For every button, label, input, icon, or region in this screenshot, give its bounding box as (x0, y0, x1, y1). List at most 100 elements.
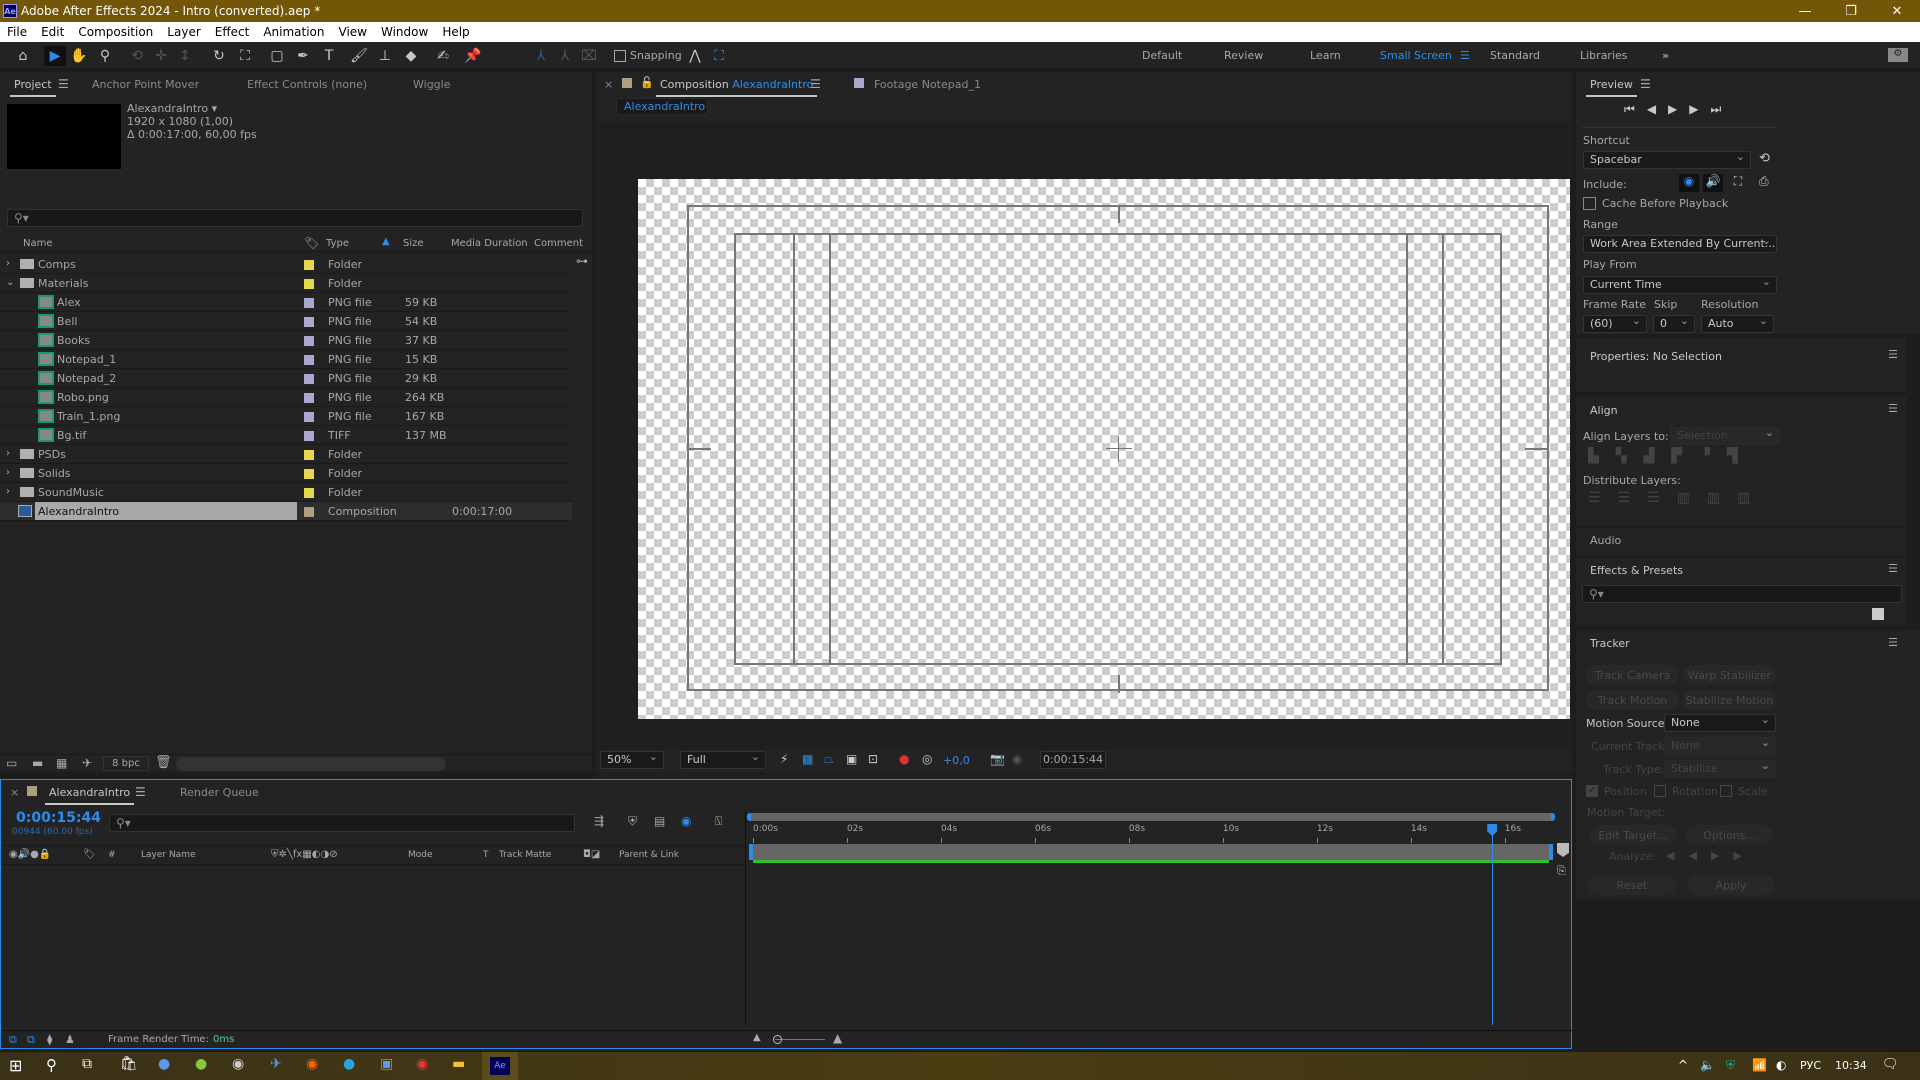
comp-viewer[interactable] (596, 122, 1572, 784)
store-app-icon[interactable]: 🛍 (120, 1056, 138, 1072)
transfer-controls-toggle-icon[interactable]: ⧉ (27, 1033, 35, 1047)
network-icon[interactable]: 📶 (1752, 1058, 1767, 1072)
fast-previews-icon[interactable]: ⚡ (780, 752, 788, 766)
effects-search-input[interactable]: ⚲▾ (1582, 585, 1902, 603)
snapshot-icon[interactable]: 📷 (990, 752, 1005, 766)
analyze-forward-icon[interactable]: ▶ (1711, 849, 1733, 862)
pan-tool-icon[interactable]: ✛ (150, 46, 172, 66)
menu-help[interactable]: Help (435, 25, 476, 39)
include-audio-icon[interactable]: 🔊 (1703, 174, 1723, 192)
label-color[interactable] (304, 374, 314, 384)
draft-3d-icon[interactable]: ⛨ (628, 814, 637, 829)
label-color[interactable] (304, 317, 314, 327)
menu-view[interactable]: View (332, 25, 374, 39)
security-icon[interactable]: ⛨ (1726, 1058, 1735, 1073)
workspace-default[interactable]: Default (1142, 49, 1182, 62)
analyze-backward-icon[interactable]: ◀ (1688, 849, 1710, 862)
flowchart-icon[interactable]: ⊶ (576, 254, 588, 268)
label-color[interactable] (304, 469, 314, 479)
obs-app-icon[interactable]: ◉ (232, 1056, 244, 1072)
comp-menu-icon[interactable]: ☰ (810, 77, 821, 91)
project-item[interactable]: Bell PNG file 54 KB (0, 312, 572, 331)
label-tag-icon[interactable]: 🏷 (83, 849, 96, 860)
frame-rate-dropdown[interactable]: (60) (1583, 313, 1647, 333)
rotate-tool-icon[interactable]: ↻ (208, 46, 230, 66)
region-of-interest-icon[interactable]: ▣ (846, 752, 857, 766)
after-effects-taskbar-button[interactable]: Ae (482, 1052, 518, 1080)
vpn-app-icon[interactable]: ◉ (306, 1056, 318, 1072)
first-frame-icon[interactable]: ⏮ (1624, 102, 1647, 116)
analyze-forward-one-icon[interactable]: ▶ (1733, 849, 1755, 862)
timeline-zoom-handle[interactable] (773, 1035, 782, 1044)
search-help-icon[interactable]: ⚙ (1888, 48, 1908, 62)
reset-exposure-icon[interactable]: ◎ (922, 752, 932, 766)
render-icon[interactable]: ✈ (82, 756, 92, 770)
color-channels-icon[interactable]: ● (899, 752, 909, 766)
view-axis-icon[interactable]: ⌧ (578, 46, 600, 66)
close-button[interactable]: ✕ (1874, 0, 1920, 22)
snap-features-icon[interactable]: ⛶ (708, 46, 730, 66)
label-color[interactable] (304, 488, 314, 498)
world-axis-icon[interactable]: ⅄ (554, 46, 576, 66)
hand-tool-icon[interactable]: ✋ (68, 46, 90, 66)
options-button[interactable]: Options... (1686, 825, 1773, 845)
range-dropdown[interactable]: Work Area Extended By Current... (1583, 233, 1777, 253)
tab-timeline-comp[interactable]: AlexandraIntro (44, 786, 135, 805)
export-icon[interactable]: ⎙ (1759, 174, 1769, 189)
project-item[interactable]: ⌄ Materials Folder (0, 274, 572, 293)
av-features-icons[interactable]: ◉🔊●🔒 (9, 849, 51, 860)
dolly-tool-icon[interactable]: ↕ (174, 46, 196, 66)
work-area-bar[interactable] (749, 844, 1553, 860)
exposure-value[interactable]: +0,0 (943, 754, 970, 767)
label-color[interactable] (304, 412, 314, 422)
pen-tool-icon[interactable]: ✒ (292, 46, 314, 66)
transparency-grid-icon[interactable]: ▩ (802, 752, 813, 766)
stabilize-motion-button[interactable]: Stabilize Motion (1683, 690, 1776, 710)
menu-layer[interactable]: Layer (160, 25, 207, 39)
app-icon[interactable]: ▣ (380, 1056, 393, 1072)
label-color[interactable] (304, 355, 314, 365)
col-track-matte[interactable]: Track Matte (499, 850, 551, 860)
current-time-display[interactable]: 0:00:15:44 (1040, 751, 1106, 769)
playhead[interactable] (1492, 825, 1494, 1025)
new-bin-icon[interactable] (1872, 608, 1884, 620)
in-out-toggle-icon[interactable]: ⧫ (47, 1033, 52, 1046)
tab-wiggle[interactable]: Wiggle (413, 78, 450, 91)
col-mode[interactable]: Mode (408, 850, 433, 860)
workspace-small-screen[interactable]: Small Screen (1380, 49, 1452, 62)
telegram-app-icon[interactable]: ● (343, 1056, 355, 1072)
project-item[interactable]: Books PNG file 37 KB (0, 331, 572, 350)
apply-button[interactable]: Apply (1687, 875, 1775, 895)
chevron-right-icon[interactable]: › (6, 486, 10, 497)
file-explorer-app-icon[interactable]: ▬ (452, 1056, 465, 1072)
project-item[interactable]: Notepad_1 PNG file 15 KB (0, 350, 572, 369)
label-color[interactable] (304, 393, 314, 403)
menu-effect[interactable]: Effect (208, 25, 257, 39)
menu-composition[interactable]: Composition (71, 25, 160, 39)
menu-file[interactable]: File (0, 25, 34, 39)
label-color[interactable] (304, 298, 314, 308)
clone-stamp-tool-icon[interactable]: ⊥ (374, 46, 396, 66)
timeline-search-input[interactable]: ⚲▾ (109, 814, 575, 832)
label-color[interactable] (304, 336, 314, 346)
tab-anchor-point-mover[interactable]: Anchor Point Mover (92, 78, 199, 91)
qbittorrent-app-icon[interactable]: ● (158, 1056, 170, 1072)
project-item[interactable]: AlexandraIntro Composition 0:00:17:00 (0, 502, 572, 521)
label-color[interactable] (304, 260, 314, 270)
snapping-checkbox[interactable] (614, 50, 626, 62)
project-item[interactable]: › SoundMusic Folder (0, 483, 572, 502)
project-item[interactable]: Train_1.png PNG file 167 KB (0, 407, 572, 426)
type-tool-icon[interactable]: T (318, 46, 340, 66)
mask-visibility-icon[interactable]: ⏢ (824, 752, 834, 767)
reset-shortcut-icon[interactable]: ⟲ (1759, 151, 1770, 166)
cloud-app-icon[interactable]: ● (195, 1056, 207, 1072)
align-buttons[interactable]: ▙▚▟▛▝▜ (1588, 448, 1755, 464)
col-parent-link[interactable]: Parent & Link (619, 850, 679, 860)
rotation-checkbox[interactable] (1654, 785, 1666, 797)
close-comp-tab-icon[interactable]: × (604, 78, 613, 91)
resolution-dropdown[interactable]: Full (680, 749, 766, 769)
chevron-right-icon[interactable]: › (6, 467, 10, 478)
last-frame-icon[interactable]: ⏭ (1711, 102, 1734, 116)
interpret-footage-icon[interactable]: ▭ (6, 756, 17, 770)
switches-icons[interactable]: ⛨✲╲fx▦◐◑⊘ (271, 849, 338, 860)
